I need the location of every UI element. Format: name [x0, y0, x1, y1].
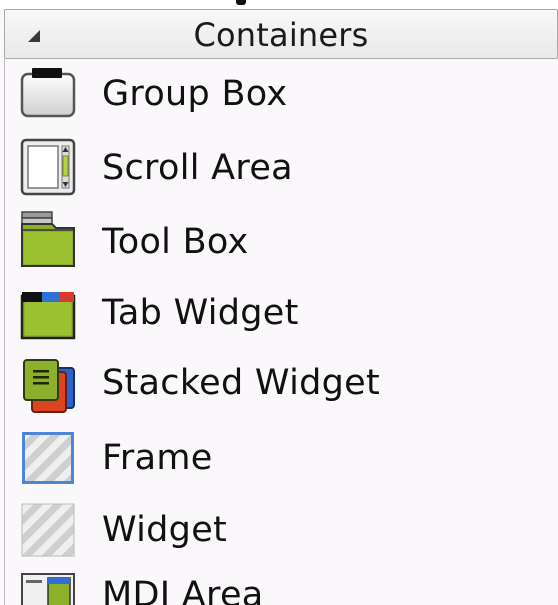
list-item-tab-widget[interactable]: Tab Widget [10, 282, 550, 348]
list-item-label: Stacked Widget [102, 363, 380, 403]
list-item-label: Group Box [102, 74, 288, 114]
frame-icon [22, 432, 74, 484]
list-item-widget[interactable]: Widget [10, 500, 550, 566]
widget-icon [21, 503, 75, 557]
tool-box-icon [21, 211, 75, 267]
list-item-frame[interactable]: Frame [10, 428, 550, 494]
stacked-widget-icon [23, 359, 75, 413]
list-item-stacked-widget[interactable]: Stacked Widget [10, 354, 550, 420]
list-item-label: Tool Box [102, 222, 249, 262]
group-box-icon [20, 68, 76, 118]
list-item-label: Widget [102, 510, 228, 550]
tab-widget-icon [20, 292, 76, 340]
mdi-area-icon [21, 573, 75, 605]
list-item-tool-box[interactable]: Tool Box [10, 208, 550, 274]
list-item-mdi-area[interactable]: MDI Area [10, 570, 550, 605]
list-item-group-box[interactable]: Group Box [10, 62, 550, 128]
widget-list: Group Box Scroll Area Tool Box Tab Widge… [0, 0, 558, 605]
list-item-label: Frame [102, 438, 213, 478]
list-item-label: Scroll Area [102, 148, 293, 188]
list-item-label: MDI Area [102, 575, 264, 605]
list-item-label: Tab Widget [102, 293, 299, 333]
list-item-scroll-area[interactable]: Scroll Area [10, 136, 550, 202]
scroll-area-icon [20, 138, 76, 196]
